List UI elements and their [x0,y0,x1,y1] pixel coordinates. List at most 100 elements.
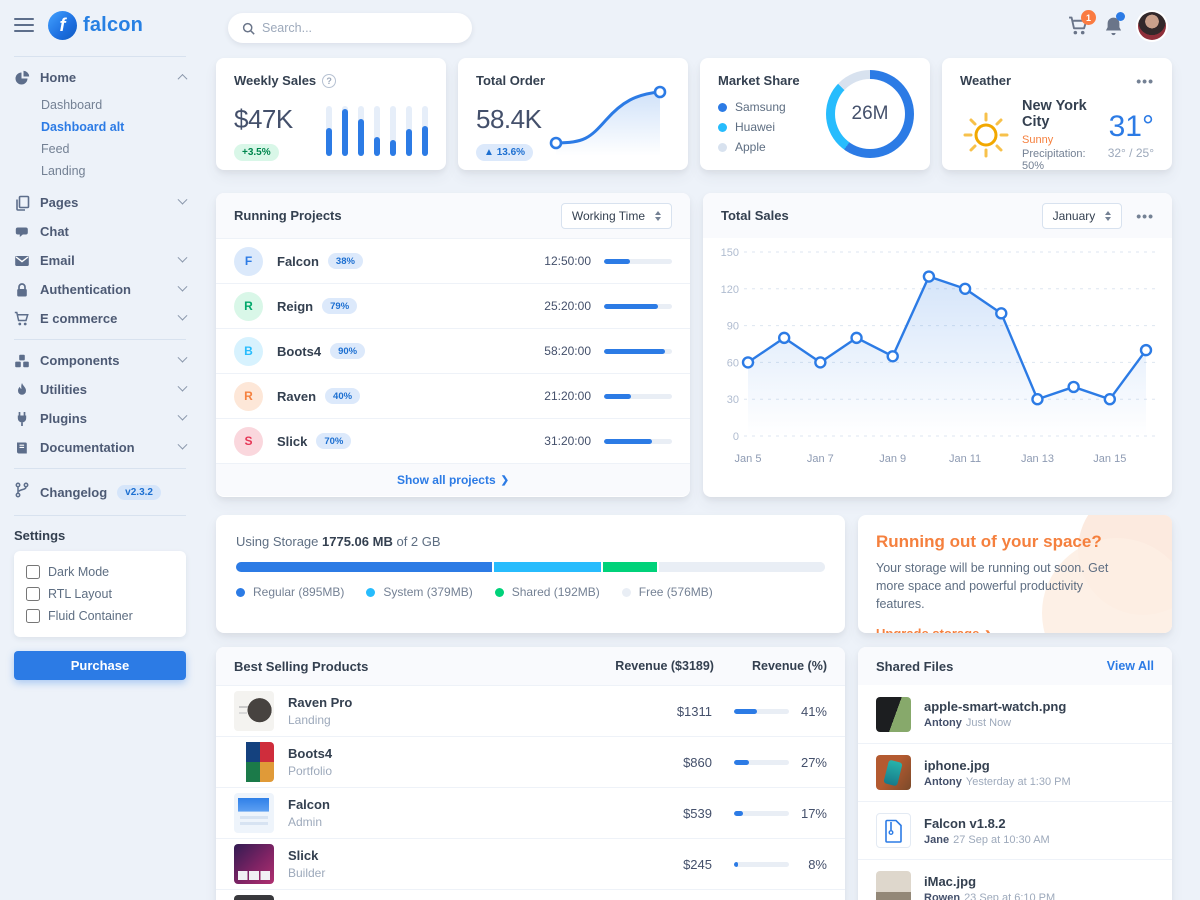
ellipsis-menu-icon[interactable]: ••• [1136,212,1154,220]
project-avatar: S [234,427,263,456]
product-category[interactable]: Admin [288,815,330,829]
sidebar: f falcon Home DashboardDashboard altFeed… [0,0,200,900]
product-thumbnail[interactable] [234,844,274,884]
total-sales-card: Total Sales January ••• 1501209060300Jan… [703,193,1172,497]
working-time-select[interactable]: Working Time [561,203,672,229]
promo-heading: Running out of your space? [876,532,1154,552]
project-percent-badge: 79% [322,298,357,314]
product-name[interactable]: Falcon [288,797,330,812]
card-title: Shared Files [876,659,953,674]
storage-segment [603,562,658,572]
product-revenue: $245 [660,857,712,872]
product-thumbnail[interactable] [234,895,274,900]
projects-list: F Falcon 38% 12:50:00 R Reign 79% 25:20:… [216,238,690,463]
falcon-logo[interactable]: f falcon [48,11,143,40]
svg-text:Jan 15: Jan 15 [1093,453,1126,465]
chart-pie-icon [14,70,30,86]
product-category[interactable]: Builder [288,866,325,880]
settings-option-dark-mode[interactable]: Dark Mode [26,561,174,583]
sidebar-item-utilities[interactable]: Utilities [14,375,186,404]
sidebar-item-changelog[interactable]: Changelog v2.3.2 [14,475,186,509]
product-revenue-pct: 41% [789,704,827,719]
sidebar-item-chat[interactable]: Chat [14,217,186,246]
search-input[interactable] [262,21,458,35]
copy-icon [14,195,30,211]
product-name[interactable]: Slick [288,848,325,863]
notifications-button[interactable] [1104,16,1123,36]
product-row: Raven Pro Landing $1311 41% [216,685,845,736]
sidebar-item-home[interactable]: Home [14,63,186,92]
settings-checkbox[interactable] [26,587,40,601]
divider [14,515,186,516]
falcon-logo-icon: f [48,11,77,40]
file-row[interactable]: apple-smart-watch.png AntonyJust Now [858,685,1172,743]
legend-item: Shared (192MB) [495,585,600,599]
card-title: Best Selling Products [234,659,368,674]
weather-range: 32° / 25° [1108,146,1154,160]
purchase-button[interactable]: Purchase [14,651,186,680]
settings-option-fluid-container[interactable]: Fluid Container [26,605,174,627]
file-time: 23 Sep at 6:10 PM [964,892,1055,900]
help-icon[interactable]: ? [322,74,336,88]
search-icon [242,22,255,35]
product-category[interactable]: Portfolio [288,764,332,778]
sidebar-subitem-feed[interactable]: Feed [14,138,186,160]
avatar[interactable] [1138,12,1166,40]
sidebar-item-authentication[interactable]: Authentication [14,275,186,304]
file-row[interactable]: iMac.jpg Rowen23 Sep at 6:10 PM [858,859,1172,900]
menu-toggle-icon[interactable] [14,18,34,32]
sidebar-item-email[interactable]: Email [14,246,186,275]
project-time: 58:20:00 [544,344,591,358]
settings-option-rtl-layout[interactable]: RTL Layout [26,583,174,605]
upgrade-storage-link[interactable]: Upgrade storage❯ [876,626,993,633]
product-row-partial [216,889,845,900]
product-thumbnail[interactable] [234,742,274,782]
project-name[interactable]: Raven [277,389,316,404]
project-name[interactable]: Falcon [277,254,319,269]
month-select[interactable]: January [1042,203,1123,229]
svg-text:150: 150 [721,247,739,259]
legend-dot-icon [366,588,375,597]
view-all-link[interactable]: View All [1107,659,1154,673]
space-promo-card: Running out of your space? Your storage … [858,515,1172,633]
product-thumbnail[interactable] [234,691,274,731]
chevron-icon [178,253,188,263]
product-category[interactable]: Landing [288,713,352,727]
sidebar-subitem-dashboard-alt[interactable]: Dashboard alt [14,116,186,138]
file-row[interactable]: iphone.jpg AntonyYesterday at 1:30 PM [858,743,1172,801]
project-avatar: B [234,337,263,366]
version-badge: v2.3.2 [117,485,161,500]
sidebar-subitem-dashboard[interactable]: Dashboard [14,94,186,116]
file-name: apple-smart-watch.png [924,699,1066,714]
products-table: Raven Pro Landing $1311 41% Boots4 Portf… [216,685,845,889]
sidebar-subitem-landing[interactable]: Landing [14,160,186,182]
project-avatar: F [234,247,263,276]
storage-title: Using Storage 1775.06 MB of 2 GB [236,534,825,549]
project-name[interactable]: Slick [277,434,307,449]
product-thumbnail[interactable] [234,793,274,833]
settings-checkbox[interactable] [26,565,40,579]
project-name[interactable]: Reign [277,299,313,314]
settings-checkbox[interactable] [26,609,40,623]
file-thumbnail [876,697,911,732]
ellipsis-menu-icon[interactable]: ••• [1136,77,1154,85]
search-box[interactable] [228,13,472,43]
sidebar-item-plugins[interactable]: Plugins [14,404,186,433]
show-all-projects-link[interactable]: Show all projects❯ [216,463,690,496]
product-name[interactable]: Boots4 [288,746,332,761]
project-progress-bar [604,304,672,309]
sidebar-nav: Home DashboardDashboard altFeedLanding P… [14,63,186,462]
sidebar-item-components[interactable]: Components [14,346,186,375]
caret-up-icon: ▲ [484,147,497,158]
card-title: Total Order [476,73,545,88]
product-name[interactable]: Raven Pro [288,695,352,710]
sidebar-item-documentation[interactable]: Documentation [14,433,186,462]
fire-icon [14,382,30,398]
sidebar-item-pages[interactable]: Pages [14,188,186,217]
revenue-column-header: Revenue ($3189) [615,659,714,673]
cart-button[interactable]: 1 [1068,16,1089,36]
project-name[interactable]: Boots4 [277,344,321,359]
legend-item: Regular (895MB) [236,585,344,599]
sidebar-item-e-commerce[interactable]: E commerce [14,304,186,333]
file-row[interactable]: Falcon v1.8.2 Jane27 Sep at 10:30 AM [858,801,1172,859]
